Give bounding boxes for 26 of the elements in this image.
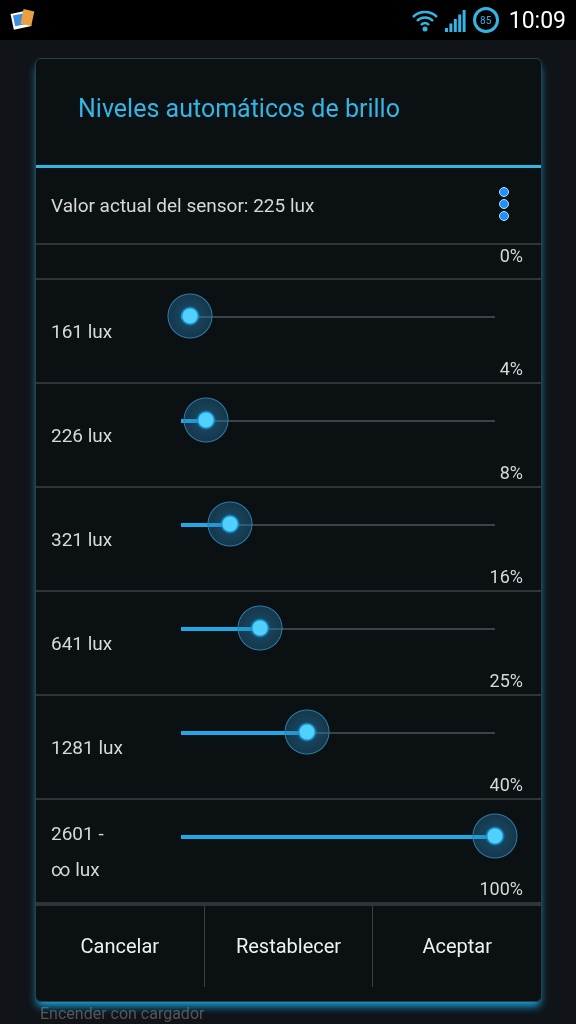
overflow-menu-icon[interactable]	[499, 187, 509, 224]
dialog-button[interactable]: Restablecer	[203, 905, 373, 987]
brightness-percent: 40%	[489, 773, 523, 797]
battery-indicator: 85	[472, 7, 499, 33]
wifi-icon	[410, 8, 439, 32]
setting-title: Encender con cargador	[40, 1005, 205, 1023]
brightness-percent: 4%	[499, 357, 523, 381]
lux-label: 1281 lux	[50, 734, 124, 761]
lux-label: 2601 - ∞ lux	[50, 820, 105, 883]
gallery-icon[interactable]	[10, 7, 36, 33]
lux-label: 641 lux	[50, 630, 114, 657]
brightness-percent: 8%	[499, 461, 523, 485]
brightness-percent: 100%	[479, 877, 523, 901]
clock: 10:09	[508, 6, 566, 34]
signal-icon	[444, 8, 467, 32]
brightness-percent: 25%	[489, 669, 523, 693]
brightness-percent: 16%	[489, 565, 523, 589]
lux-label: 161 lux	[50, 318, 114, 345]
lux-label: 226 lux	[50, 422, 114, 449]
dialog-button[interactable]: Cancelar	[36, 905, 204, 987]
lux-label: 321 lux	[50, 526, 114, 553]
sensor-value: Valor actual del sensor: 225 lux	[51, 193, 315, 217]
dialog-title: Niveles automáticos de brillo	[36, 59, 541, 168]
dialog-button[interactable]: Aceptar	[372, 905, 541, 987]
brightness-percent: 0%	[499, 244, 523, 266]
slider-thumb[interactable]	[472, 812, 518, 859]
